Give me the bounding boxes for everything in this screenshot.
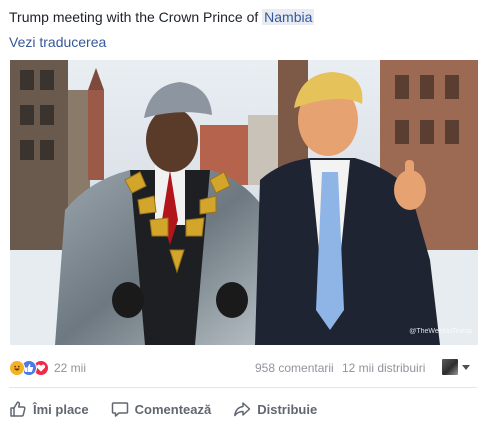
- post-stats-bar: 22 mii 958 comentarii 12 mii distribuiri: [9, 359, 477, 378]
- shares-count-link[interactable]: 12 mii distribuiri: [342, 361, 425, 375]
- post-text-body: Trump meeting with the Crown Prince of: [9, 9, 263, 25]
- share-arrow-icon: [234, 402, 251, 417]
- comments-count-link[interactable]: 958 comentarii: [255, 361, 334, 375]
- photo-illustration: [10, 60, 478, 345]
- reaction-count[interactable]: 22 mii: [54, 360, 86, 376]
- like-button[interactable]: Îmi place: [9, 398, 89, 420]
- photo-watermark: @TheWeekInTrump: [409, 328, 472, 335]
- post-actions-bar: Îmi place Comentează Distribuie: [9, 398, 477, 420]
- viewer-avatar: [442, 359, 458, 375]
- reactions-summary[interactable]: 22 mii: [9, 360, 86, 376]
- haha-reaction-icon: [9, 360, 25, 376]
- thumbs-up-icon: [10, 401, 26, 417]
- like-button-label: Îmi place: [33, 401, 89, 417]
- share-button-label: Distribuie: [257, 401, 318, 417]
- comment-icon: [111, 402, 128, 417]
- post-text: Trump meeting with the Crown Prince of N…: [9, 8, 315, 26]
- comment-button[interactable]: Comentează: [111, 398, 212, 420]
- share-button[interactable]: Distribuie: [233, 398, 317, 420]
- actions-divider: [9, 387, 477, 388]
- chevron-down-icon: [462, 364, 470, 370]
- react-as-selector[interactable]: [442, 359, 470, 375]
- tagged-page-link[interactable]: Nambia: [262, 9, 315, 25]
- post-photo[interactable]: @TheWeekInTrump: [10, 60, 478, 345]
- see-translation-link[interactable]: Vezi traducerea: [9, 33, 106, 51]
- comment-button-label: Comentează: [134, 401, 212, 417]
